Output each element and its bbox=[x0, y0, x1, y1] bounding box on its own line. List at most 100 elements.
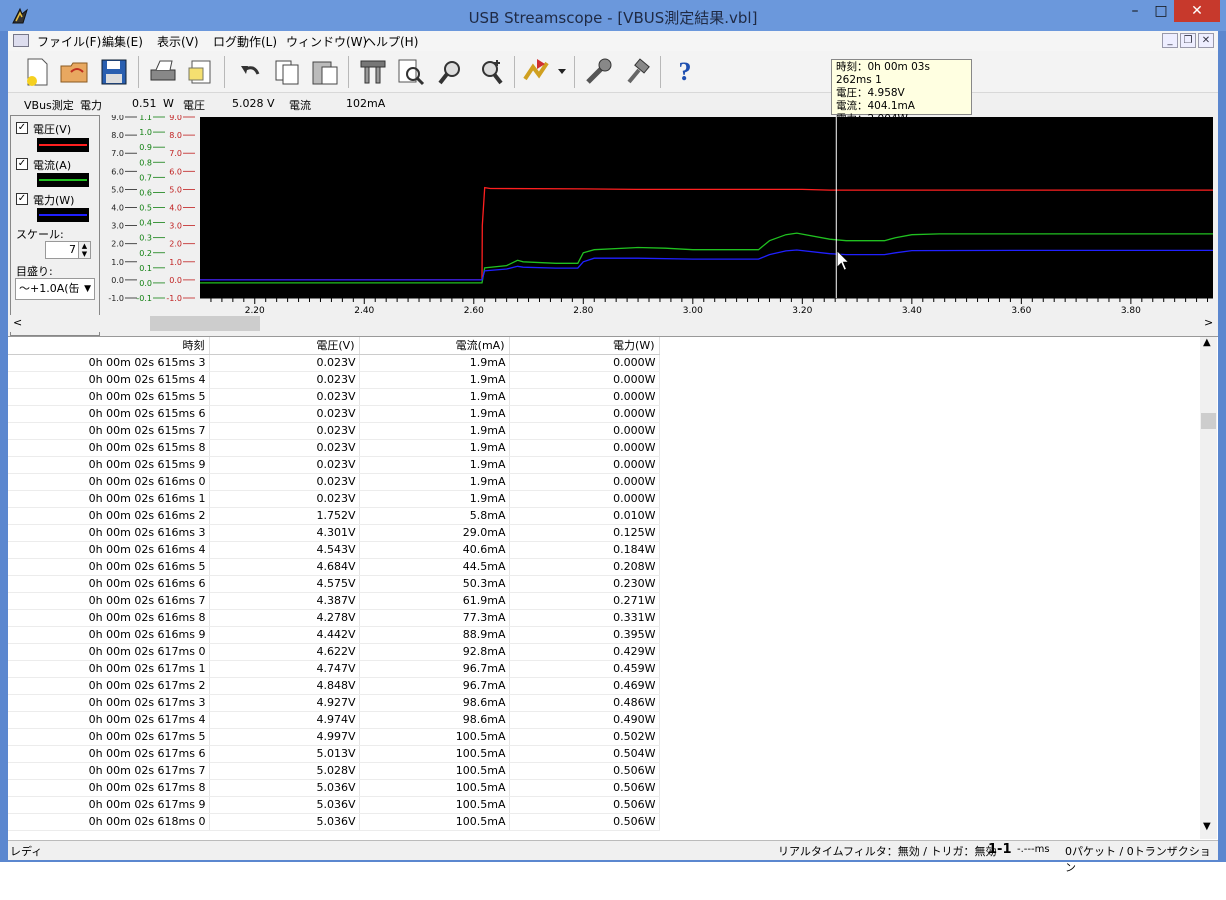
new-file-button[interactable] bbox=[20, 55, 54, 89]
menu-log-action[interactable]: ログ動作(L) bbox=[213, 33, 277, 50]
cell-time: 0h 00m 02s 616ms 4 bbox=[8, 541, 210, 559]
menu-file[interactable]: ファイル(F) bbox=[37, 33, 101, 50]
power-axis-tick-label: 4.0 bbox=[169, 204, 182, 213]
table-row[interactable]: 0h 00m 02s 617ms 2 4.848V 96.7mA 0.469W bbox=[8, 677, 660, 695]
menu-window[interactable]: ウィンドウ(W) bbox=[286, 33, 367, 50]
trigger-button[interactable] bbox=[520, 55, 554, 89]
scroll-left-arrow[interactable]: < bbox=[13, 316, 22, 329]
table-row[interactable]: 0h 00m 02s 616ms 5 4.684V 44.5mA 0.208W bbox=[8, 558, 660, 576]
power-axis-tick-label: 2.0 bbox=[169, 240, 182, 249]
voltage-color-swatch[interactable] bbox=[37, 138, 89, 152]
save-button[interactable] bbox=[97, 55, 131, 89]
wrench-button[interactable] bbox=[582, 55, 616, 89]
table-row[interactable]: 0h 00m 02s 617ms 3 4.927V 98.6mA 0.486W bbox=[8, 694, 660, 712]
maximize-button[interactable]: □ bbox=[1148, 0, 1174, 22]
trigger-dropdown[interactable] bbox=[555, 55, 569, 89]
zoom-page-button[interactable] bbox=[394, 55, 428, 89]
cell-time: 0h 00m 02s 618ms 0 bbox=[8, 813, 210, 831]
waveform-chart[interactable] bbox=[200, 117, 1213, 298]
cell-time: 0h 00m 02s 617ms 5 bbox=[8, 728, 210, 746]
print-button[interactable] bbox=[146, 55, 180, 89]
mdi-close-button[interactable]: ✕ bbox=[1198, 33, 1214, 48]
undo-button[interactable] bbox=[233, 55, 267, 89]
division-select[interactable]: 〜+1.0A(缶 ▼ bbox=[15, 278, 95, 300]
cell-time: 0h 00m 02s 615ms 5 bbox=[8, 388, 210, 406]
table-row[interactable]: 0h 00m 02s 617ms 1 4.747V 96.7mA 0.459W bbox=[8, 660, 660, 678]
paste-button[interactable] bbox=[308, 55, 342, 89]
zoom-out-button[interactable] bbox=[434, 55, 468, 89]
table-row[interactable]: 0h 00m 02s 616ms 6 4.575V 50.3mA 0.230W bbox=[8, 575, 660, 593]
scale-spinner[interactable]: 7 ▲ ▼ bbox=[45, 241, 91, 259]
hammer-button[interactable] bbox=[620, 55, 654, 89]
column-voltage[interactable]: 電圧(V) bbox=[209, 337, 360, 355]
voltage-axis-tick-label: 0.0 bbox=[111, 276, 124, 285]
table-row[interactable]: 0h 00m 02s 616ms 1 0.023V 1.9mA 0.000W bbox=[8, 490, 660, 508]
table-row[interactable]: 0h 00m 02s 616ms 9 4.442V 88.9mA 0.395W bbox=[8, 626, 660, 644]
table-row[interactable]: 0h 00m 02s 615ms 9 0.023V 1.9mA 0.000W bbox=[8, 456, 660, 474]
table-row[interactable]: 0h 00m 02s 617ms 9 5.036V 100.5mA 0.506W bbox=[8, 796, 660, 814]
table-row[interactable]: 0h 00m 02s 616ms 0 0.023V 1.9mA 0.000W bbox=[8, 473, 660, 491]
open-file-button[interactable] bbox=[58, 55, 92, 89]
current-checkbox[interactable]: ✓ bbox=[16, 158, 28, 170]
table-row[interactable]: 0h 00m 02s 617ms 5 4.997V 100.5mA 0.502W bbox=[8, 728, 660, 746]
table-row[interactable]: 0h 00m 02s 617ms 7 5.028V 100.5mA 0.506W bbox=[8, 762, 660, 780]
table-row[interactable]: 0h 00m 02s 616ms 2 1.752V 5.8mA 0.010W bbox=[8, 507, 660, 525]
horizontal-scrollbar[interactable]: < > bbox=[8, 315, 1218, 332]
column-power[interactable]: 電力(W) bbox=[509, 337, 660, 355]
current-color-swatch[interactable] bbox=[37, 173, 89, 187]
table-row[interactable]: 0h 00m 02s 616ms 8 4.278V 77.3mA 0.331W bbox=[8, 609, 660, 627]
horizontal-scroll-thumb[interactable] bbox=[150, 316, 260, 331]
menu-view[interactable]: 表示(V) bbox=[157, 33, 199, 50]
menu-edit[interactable]: 編集(E) bbox=[102, 33, 143, 50]
zoom-in-button[interactable] bbox=[474, 55, 508, 89]
mdi-restore-button[interactable]: ❐ bbox=[1180, 33, 1196, 48]
power-checkbox[interactable]: ✓ bbox=[16, 193, 28, 205]
scroll-right-arrow[interactable]: > bbox=[1204, 316, 1213, 329]
table-row[interactable]: 0h 00m 02s 615ms 5 0.023V 1.9mA 0.000W bbox=[8, 388, 660, 406]
copy-button[interactable] bbox=[270, 55, 304, 89]
table-row[interactable]: 0h 00m 02s 617ms 0 4.622V 92.8mA 0.429W bbox=[8, 643, 660, 661]
table-row[interactable]: 0h 00m 02s 615ms 3 0.023V 1.9mA 0.000W bbox=[8, 354, 660, 372]
floppy-disk-icon bbox=[101, 59, 127, 85]
cell-current: 1.9mA bbox=[359, 490, 510, 508]
table-row[interactable]: 0h 00m 02s 615ms 8 0.023V 1.9mA 0.000W bbox=[8, 439, 660, 457]
title-bar[interactable]: USB Streamscope - [VBUS測定結果.vbl] – □ ✕ bbox=[0, 0, 1226, 31]
voltage-channel-label: 電圧(V) bbox=[33, 123, 72, 136]
document-icon[interactable] bbox=[13, 34, 29, 47]
table-row[interactable]: 0h 00m 02s 616ms 3 4.301V 29.0mA 0.125W bbox=[8, 524, 660, 542]
voltage-checkbox[interactable]: ✓ bbox=[16, 122, 28, 134]
scroll-up-arrow[interactable]: ▲ bbox=[1203, 337, 1211, 348]
cell-time: 0h 00m 02s 615ms 7 bbox=[8, 422, 210, 440]
column-current[interactable]: 電流(mA) bbox=[359, 337, 510, 355]
print-preview-button[interactable] bbox=[183, 55, 217, 89]
table-row[interactable]: 0h 00m 02s 617ms 4 4.974V 98.6mA 0.490W bbox=[8, 711, 660, 729]
wrench-icon bbox=[586, 58, 612, 84]
cell-voltage: 4.747V bbox=[209, 660, 360, 678]
vertical-scrollbar[interactable]: ▲ ▼ bbox=[1200, 337, 1217, 839]
table-row[interactable]: 0h 00m 02s 616ms 7 4.387V 61.9mA 0.271W bbox=[8, 592, 660, 610]
help-button[interactable]: ? bbox=[668, 55, 702, 89]
measurement-bar: VBus測定 電力 0.51 W 電圧 5.028 V 電流 102 mA bbox=[8, 93, 1218, 114]
table-row[interactable]: 0h 00m 02s 617ms 8 5.036V 100.5mA 0.506W bbox=[8, 779, 660, 797]
spinner-arrows-icon[interactable]: ▲ ▼ bbox=[78, 242, 90, 258]
column-time[interactable]: 時刻 bbox=[8, 337, 210, 355]
scroll-down-arrow[interactable]: ▼ bbox=[1203, 821, 1211, 832]
settings-button[interactable] bbox=[356, 55, 390, 89]
table-row[interactable]: 0h 00m 02s 618ms 0 5.036V 100.5mA 0.506W bbox=[8, 813, 660, 831]
table-row[interactable]: 0h 00m 02s 616ms 4 4.543V 40.6mA 0.184W bbox=[8, 541, 660, 559]
cell-voltage: 4.927V bbox=[209, 694, 360, 712]
mdi-minimize-button[interactable]: _ bbox=[1162, 33, 1178, 48]
power-color-swatch[interactable] bbox=[37, 208, 89, 222]
minimize-button[interactable]: – bbox=[1122, 0, 1148, 22]
power-axis-tick-label: 3.0 bbox=[169, 222, 182, 231]
table-row[interactable]: 0h 00m 02s 617ms 6 5.013V 100.5mA 0.504W bbox=[8, 745, 660, 763]
help-icon: ? bbox=[678, 57, 692, 86]
table-row[interactable]: 0h 00m 02s 615ms 7 0.023V 1.9mA 0.000W bbox=[8, 422, 660, 440]
menu-help[interactable]: ヘルプ(H) bbox=[364, 33, 418, 50]
table-row[interactable]: 0h 00m 02s 615ms 4 0.023V 1.9mA 0.000W bbox=[8, 371, 660, 389]
table-row[interactable]: 0h 00m 02s 615ms 6 0.023V 1.9mA 0.000W bbox=[8, 405, 660, 423]
vertical-scroll-thumb[interactable] bbox=[1201, 413, 1216, 429]
close-button[interactable]: ✕ bbox=[1174, 0, 1220, 22]
cell-current: 96.7mA bbox=[359, 677, 510, 695]
client-area: ファイル(F) 編集(E) 表示(V) ログ動作(L) ウィンドウ(W) ヘルプ… bbox=[8, 31, 1218, 874]
